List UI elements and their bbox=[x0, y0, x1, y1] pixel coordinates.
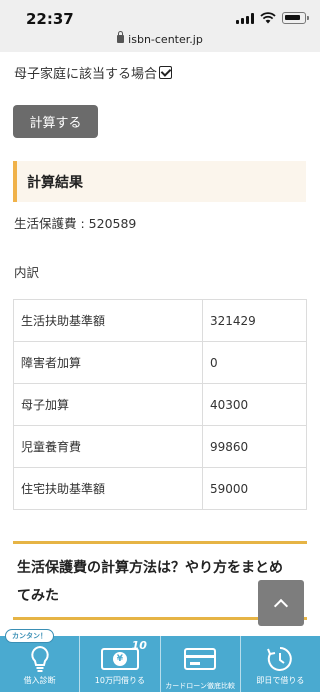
breakdown-table: 生活扶助基準額 321429 障害者加算 0 母子加算 40300 児童養育費 … bbox=[13, 299, 307, 510]
row-value: 40300 bbox=[202, 383, 307, 426]
row-label: 生活扶助基準額 bbox=[13, 299, 203, 342]
row-value: 99860 bbox=[202, 425, 307, 468]
nav-item-card-loan-comparison[interactable]: カードローン徹底比較 bbox=[161, 636, 241, 692]
row-label: 住宅扶助基準額 bbox=[13, 467, 203, 510]
nav-label: カードローン徹底比較 bbox=[165, 682, 235, 690]
table-row: 生活扶助基準額 321429 bbox=[13, 299, 307, 342]
row-label: 児童養育費 bbox=[13, 425, 203, 468]
status-time: 22:37 bbox=[26, 10, 74, 28]
table-row: 母子加算 40300 bbox=[13, 383, 307, 426]
table-row: 障害者加算 0 bbox=[13, 341, 307, 384]
row-value: 0 bbox=[202, 341, 307, 384]
url-text: isbn-center.jp bbox=[128, 33, 203, 46]
single-parent-checkbox[interactable] bbox=[159, 66, 173, 79]
result-heading-text: 計算結果 bbox=[27, 174, 83, 191]
table-row: 児童養育費 99860 bbox=[13, 425, 307, 468]
breakdown-label: 内訳 bbox=[14, 265, 40, 280]
result-heading: 計算結果 bbox=[13, 161, 306, 202]
signal-icon bbox=[236, 12, 254, 24]
nav-item-borrow-100k[interactable]: ¥ 10 10万円借りる bbox=[80, 636, 161, 692]
address-bar[interactable]: isbn-center.jp bbox=[0, 31, 320, 46]
bottom-nav: カンタン！ 借入診断 ¥ 10 10万円借りる カードローン徹底比較 即日で借り… bbox=[0, 629, 320, 692]
section-divider-top bbox=[13, 541, 307, 544]
chevron-up-icon bbox=[273, 598, 289, 613]
wifi-icon bbox=[260, 12, 276, 24]
table-row: 住宅扶助基準額 59000 bbox=[13, 467, 307, 510]
battery-icon bbox=[282, 12, 309, 24]
single-parent-option[interactable]: 母子家庭に該当する場合 bbox=[14, 63, 173, 82]
nav-label: 10万円借りる bbox=[94, 676, 145, 685]
total-amount: 生活保護費 : 520589 bbox=[14, 216, 137, 231]
section-title: 生活保護費の計算方法は？やり方をまとめてみた bbox=[17, 560, 283, 604]
calculate-button[interactable]: 計算する bbox=[13, 105, 98, 138]
row-label: 障害者加算 bbox=[13, 341, 203, 384]
lock-icon bbox=[117, 31, 125, 43]
status-icons bbox=[236, 12, 309, 24]
yen-card-icon-number: 10 bbox=[131, 639, 147, 652]
clock-icon bbox=[267, 647, 293, 671]
nav-item-borrowing-diagnosis[interactable]: カンタン！ 借入診断 bbox=[0, 629, 81, 692]
row-label: 母子加算 bbox=[13, 383, 203, 426]
scroll-to-top-button[interactable] bbox=[258, 580, 304, 626]
nav-label: 借入診断 bbox=[23, 676, 56, 685]
easy-badge: カンタン！ bbox=[5, 629, 54, 643]
row-value: 321429 bbox=[202, 299, 307, 342]
browser-top-bar: 22:37 isbn-center.jp bbox=[0, 0, 320, 52]
nav-item-same-day-loan[interactable]: 即日で借りる bbox=[241, 636, 320, 692]
lightbulb-icon bbox=[30, 645, 49, 672]
row-value: 59000 bbox=[202, 467, 307, 510]
nav-label: 即日で借りる bbox=[256, 676, 305, 685]
credit-card-icon bbox=[184, 648, 217, 670]
yen-card-icon: ¥ 10 bbox=[100, 639, 147, 670]
single-parent-label: 母子家庭に該当する場合 bbox=[14, 67, 158, 82]
